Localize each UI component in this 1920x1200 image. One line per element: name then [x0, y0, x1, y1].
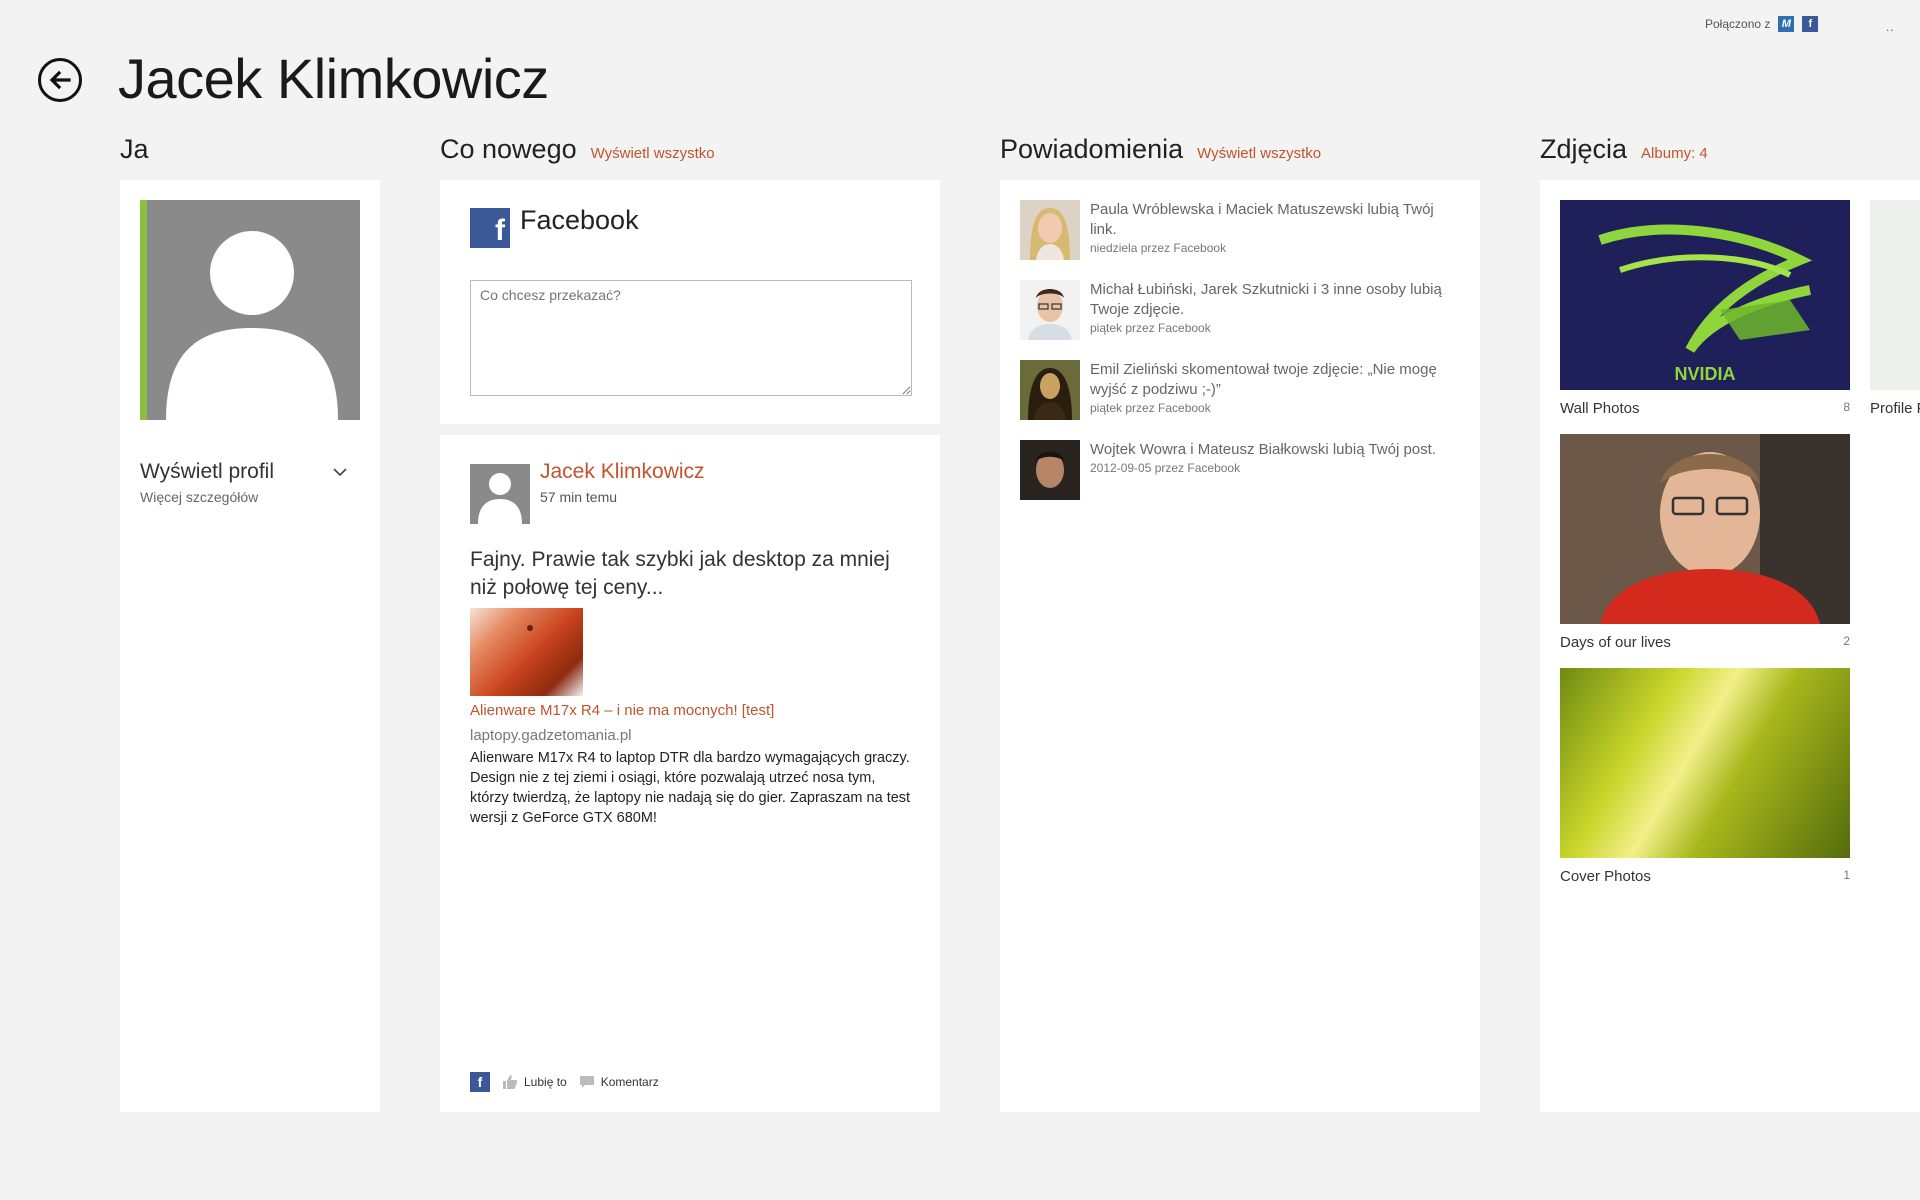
person-icon — [166, 231, 338, 420]
album-name: Profile P — [1870, 400, 1920, 417]
page-title: Jacek Klimkowicz — [118, 47, 549, 110]
section-whats-new-header: Co nowego Wyświetl wszystko — [440, 134, 715, 165]
album-cover-image: NVIDIA — [1560, 200, 1850, 390]
post-link-domain: laptopy.gadzetomania.pl — [470, 727, 632, 744]
album-tile[interactable]: Days of our lives 2 — [1560, 434, 1850, 651]
notification-item[interactable]: Michał Łubiński, Jarek Szkutnicki i 3 in… — [1020, 280, 1460, 340]
album-name: Cover Photos — [1560, 868, 1651, 885]
compose-post-input[interactable] — [470, 280, 912, 396]
connected-label: Połączono z — [1705, 17, 1771, 31]
album-count: 2 — [1843, 634, 1850, 648]
notifications-view-all-link[interactable]: Wyświetl wszystko — [1197, 145, 1321, 162]
woman-portrait-image — [1020, 200, 1080, 260]
post-text: Fajny. Prawie tak szybki jak desktop za … — [470, 548, 890, 599]
notification-item[interactable]: Wojtek Wowra i Mateusz Białkowski lubią … — [1020, 440, 1460, 500]
section-whats-new-title: Co nowego — [440, 134, 577, 164]
notification-item[interactable]: Paula Wróblewska i Maciek Matuszewski lu… — [1020, 200, 1460, 260]
notification-meta: 2012-09-05 przez Facebook — [1090, 461, 1241, 475]
post-link-thumbnail[interactable] — [470, 608, 583, 696]
post-time: 57 min temu — [540, 489, 618, 505]
section-ja-title: Ja — [120, 134, 149, 164]
section-notifications-header: Powiadomienia Wyświetl wszystko — [1000, 134, 1321, 165]
person-icon — [478, 473, 522, 524]
notification-meta: piątek przez Facebook — [1090, 401, 1211, 415]
section-photos-title: Zdjęcia — [1540, 134, 1628, 164]
notification-meta: piątek przez Facebook — [1090, 321, 1211, 335]
notification-avatar — [1020, 440, 1080, 500]
post-actions: f Lubię to Komentarz — [470, 1072, 659, 1092]
mona-lisa-image — [1020, 360, 1080, 420]
laptop-image — [527, 625, 533, 631]
notification-text: Emil Zieliński skomentował twoje zdjęcie… — [1090, 361, 1437, 398]
comment-icon — [579, 1076, 594, 1088]
album-cover-image — [1560, 434, 1850, 624]
album-count: 1 — [1843, 868, 1850, 882]
comment-button[interactable]: Komentarz — [579, 1075, 659, 1089]
album-tile-partial[interactable] — [1870, 200, 1920, 390]
profile-avatar[interactable] — [140, 200, 360, 420]
section-photos-header: Zdjęcia Albumy: 4 — [1540, 134, 1708, 165]
notification-text: Paula Wróblewska i Maciek Matuszewski lu… — [1090, 201, 1434, 238]
notification-avatar — [1020, 200, 1080, 260]
facebook-icon: f — [470, 1072, 490, 1092]
section-ja-header: Ja — [120, 134, 149, 165]
post-link-title[interactable]: Alienware M17x R4 – i nie ma mocnych! [t… — [470, 702, 774, 719]
albums-count-link[interactable]: Albumy: 4 — [1641, 145, 1708, 162]
back-arrow-icon — [49, 70, 71, 90]
album-cover-image — [1560, 668, 1850, 858]
like-label: Lubię to — [524, 1075, 567, 1089]
view-profile-link[interactable]: Wyświetl profil — [140, 460, 274, 484]
man-portrait-image — [1020, 280, 1080, 340]
whats-new-view-all-link[interactable]: Wyświetl wszystko — [591, 145, 715, 162]
thumbs-up-icon — [503, 1075, 518, 1089]
facebook-title: Facebook — [520, 205, 639, 235]
notification-item[interactable]: Emil Zieliński skomentował twoje zdjęcie… — [1020, 360, 1460, 420]
album-count: 8 — [1843, 400, 1850, 414]
album-name: Wall Photos — [1560, 400, 1640, 417]
post-author-avatar[interactable] — [470, 464, 530, 524]
notification-meta: niedziela przez Facebook — [1090, 241, 1227, 255]
album-tile[interactable]: NVIDIA Wall Photos 8 — [1560, 200, 1850, 417]
notification-avatar — [1020, 280, 1080, 340]
notification-text: Wojtek Wowra i Mateusz Białkowski lubią … — [1090, 441, 1436, 458]
back-button[interactable] — [38, 58, 82, 102]
connected-services: Połączono z M f — [1705, 16, 1819, 32]
album-tile[interactable]: Cover Photos 1 — [1560, 668, 1850, 885]
post-author-name[interactable]: Jacek Klimkowicz — [540, 460, 705, 484]
man-dark-portrait-image — [1020, 440, 1080, 500]
panel-divider — [440, 424, 940, 435]
facebook-logo-icon: f — [470, 208, 510, 248]
facebook-icon[interactable]: f — [1802, 16, 1819, 32]
profile-accent-strip — [140, 200, 147, 420]
svg-text:NVIDIA: NVIDIA — [1674, 364, 1735, 384]
section-notifications-title: Powiadomienia — [1000, 134, 1184, 164]
notification-avatar — [1020, 360, 1080, 420]
chevron-down-icon[interactable] — [332, 466, 348, 478]
album-name: Days of our lives — [1560, 634, 1671, 651]
more-dots[interactable]: .. — [1886, 20, 1895, 34]
post-link-description: Alienware M17x R4 to laptop DTR dla bard… — [470, 750, 911, 826]
like-button[interactable]: Lubię to — [502, 1074, 567, 1090]
comment-label: Komentarz — [600, 1075, 659, 1089]
notification-text: Michał Łubiński, Jarek Szkutnicki i 3 in… — [1090, 281, 1442, 318]
microsoft-account-icon[interactable]: M — [1778, 16, 1795, 32]
more-details-text: Więcej szczegółów — [140, 489, 259, 505]
